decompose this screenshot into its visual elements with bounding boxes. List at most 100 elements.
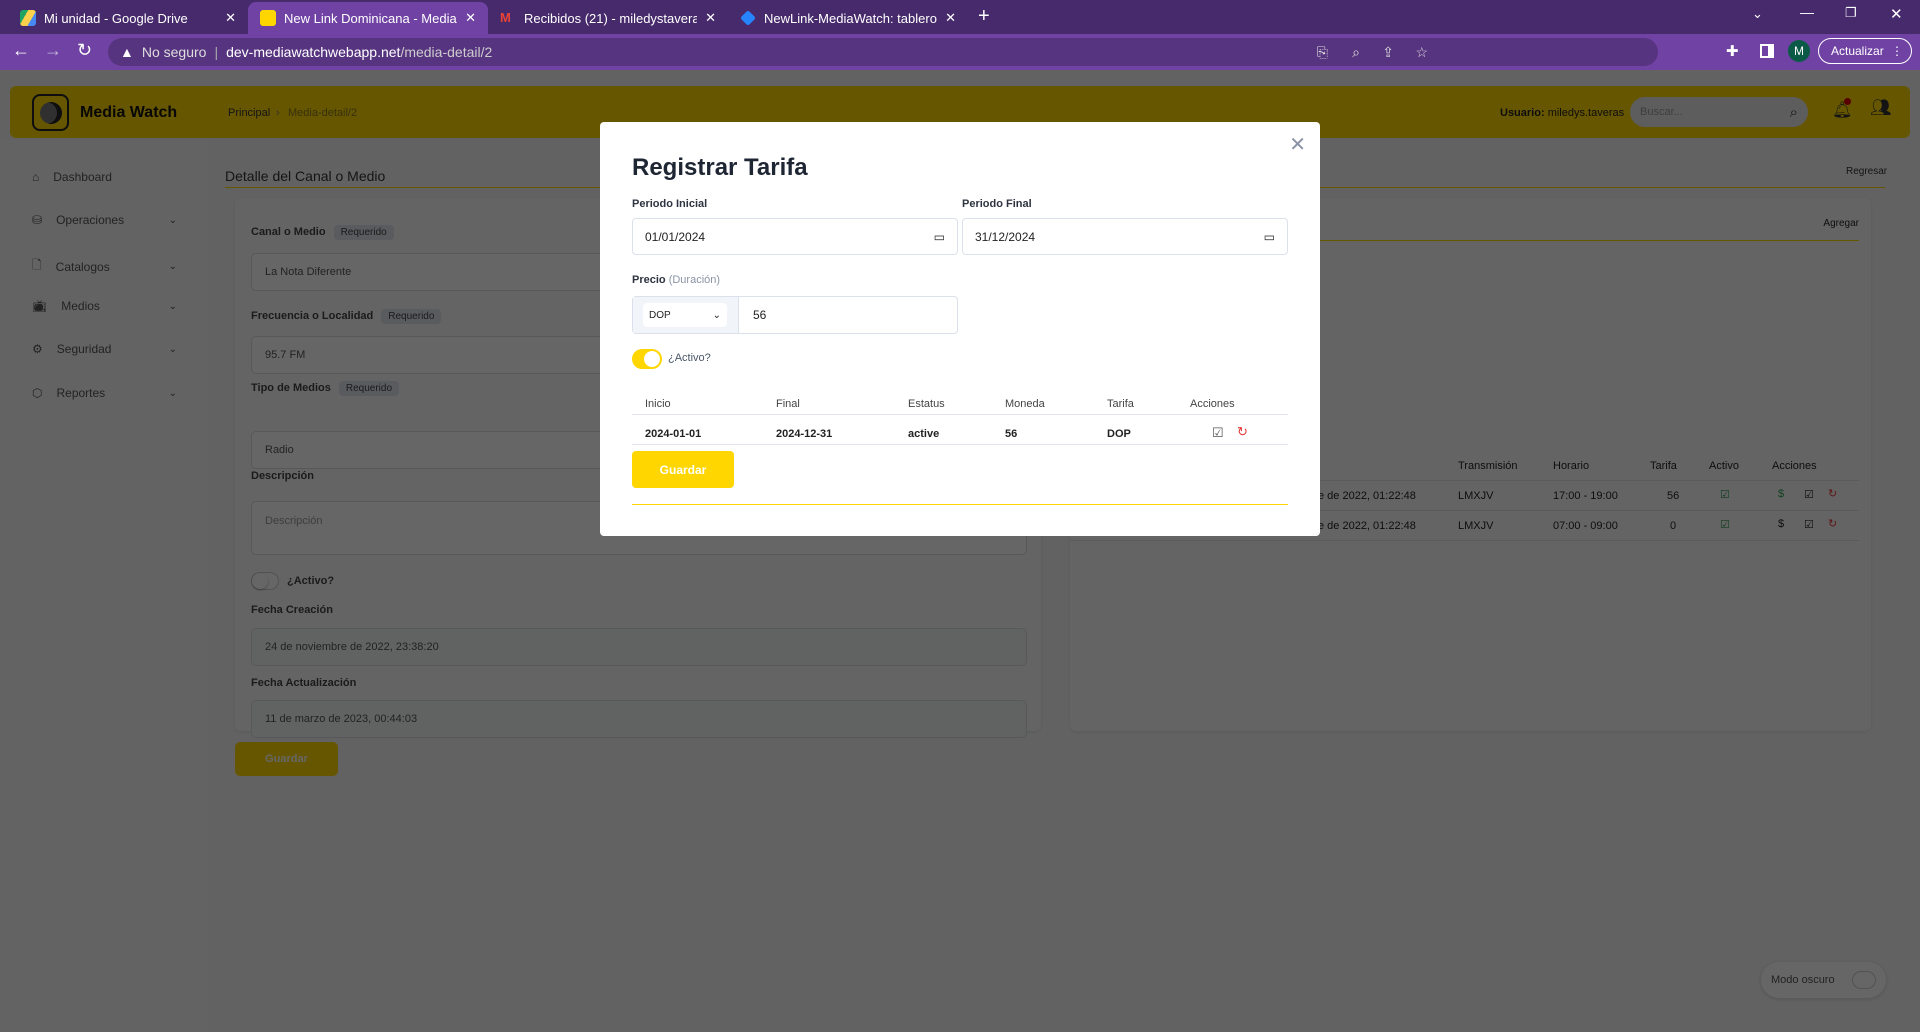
close-tab-icon[interactable]: ✕ xyxy=(705,10,716,26)
user-label: Usuario: xyxy=(1500,107,1545,119)
tab-google-drive[interactable]: Mi unidad - Google Drive ✕ xyxy=(8,2,248,34)
col-acciones: Acciones xyxy=(1190,398,1235,410)
cell-moneda: 56 xyxy=(1005,428,1018,440)
col-acciones: Acciones xyxy=(1772,460,1817,472)
edit-icon[interactable]: ☑ xyxy=(1804,488,1814,501)
translate-icon[interactable]: ⎘ xyxy=(1317,44,1328,61)
cell-date: e de 2022, 01:22:48 xyxy=(1318,490,1416,502)
menu-icon[interactable]: ⋮ xyxy=(1891,44,1903,58)
tab-newlink[interactable]: New Link Dominicana - Media W ✕ xyxy=(248,2,488,34)
start-date-input[interactable]: 01/01/2024 ▭ xyxy=(632,218,958,255)
share-icon[interactable]: ⇪ xyxy=(1382,44,1394,61)
sidebar-item-seguridad[interactable]: ⚙ Seguridad ⌄ xyxy=(32,342,177,356)
back-link[interactable]: Regresar xyxy=(1846,166,1887,177)
price-label-text: Precio xyxy=(632,274,666,286)
dollar-icon[interactable]: $ xyxy=(1778,488,1784,500)
chevron-down-icon: ⌄ xyxy=(168,261,177,272)
breadcrumb-current: Media-detail/2 xyxy=(288,107,358,119)
col-transmision: Transmisión xyxy=(1458,460,1518,472)
breadcrumb-principal[interactable]: Principal xyxy=(228,107,270,119)
detail-save-button[interactable]: Guardar xyxy=(235,742,338,776)
sidebar-item-catalogos[interactable]: 🗋︎ Catalogos ⌄ xyxy=(32,256,177,277)
chevron-down-icon: ⌄ xyxy=(712,309,721,321)
dark-mode-toggle[interactable] xyxy=(1852,971,1876,989)
tab-title: New Link Dominicana - Media W xyxy=(284,10,458,26)
app-name: Media Watch xyxy=(80,104,178,121)
end-date-input[interactable]: 31/12/2024 ▭ xyxy=(962,218,1288,255)
search-icon[interactable]: ⌕ xyxy=(1790,104,1798,121)
modal-title: Registrar Tarifa xyxy=(632,154,808,181)
active-label: ¿Activo? xyxy=(287,575,335,587)
tab-gmail[interactable]: M Recibidos (21) - miledystaveras@ ✕ xyxy=(488,2,728,34)
close-tab-icon[interactable]: ✕ xyxy=(225,10,236,26)
cell-tarifa: 0 xyxy=(1670,520,1677,532)
tab-jira[interactable]: NewLink-MediaWatch: tablero ág ✕ xyxy=(728,2,968,34)
refresh-icon[interactable]: ↻ xyxy=(1828,487,1837,500)
currency-value: DOP xyxy=(649,309,671,321)
chevron-down-icon: ⌄ xyxy=(168,300,177,312)
end-date-value: 31/12/2024 xyxy=(975,229,1036,244)
warning-icon: ▲ xyxy=(120,44,134,60)
zoom-icon[interactable]: ⌕ xyxy=(1352,44,1360,61)
gear-icon: ⚙ xyxy=(32,342,43,356)
tab-search-icon[interactable]: ⌄ xyxy=(1752,6,1763,22)
edit-icon[interactable]: ☑ xyxy=(1212,425,1224,441)
sidebar-item-label: Medios xyxy=(61,299,100,313)
new-tab-button[interactable]: + xyxy=(978,5,990,28)
users-icon[interactable]: 👥︎ xyxy=(1870,98,1892,118)
price-input[interactable]: 56 xyxy=(739,297,957,333)
dollar-icon[interactable]: $ xyxy=(1778,518,1784,530)
close-window-button[interactable]: ✕ xyxy=(1890,5,1903,23)
search-input[interactable]: Buscar... ⌕ xyxy=(1630,97,1808,127)
restore-button[interactable]: ❐ xyxy=(1845,5,1857,21)
close-icon[interactable]: ✕ xyxy=(1289,132,1306,157)
modal-footer-divider xyxy=(632,504,1288,505)
close-tab-icon[interactable]: ✕ xyxy=(945,10,956,26)
update-button[interactable]: Actualizar ⋮ xyxy=(1818,38,1912,64)
close-tab-icon[interactable]: ✕ xyxy=(465,10,476,26)
sidebar-item-dashboard[interactable]: ⌂ Dashboard xyxy=(32,170,177,184)
updated-label: Fecha Actualización xyxy=(251,677,357,689)
cell-estatus: active xyxy=(908,428,940,440)
table-divider xyxy=(632,444,1288,445)
calendar-icon[interactable]: ▭ xyxy=(934,230,945,244)
reload-button[interactable]: ↻ xyxy=(77,40,92,61)
modal-save-button[interactable]: Guardar xyxy=(632,451,734,488)
edit-icon[interactable]: ☑ xyxy=(1804,518,1814,531)
sidebar-item-medios[interactable]: 📺︎ Medios ⌄ xyxy=(32,299,177,313)
bookmark-star-icon[interactable]: ☆ xyxy=(1415,44,1428,61)
add-link[interactable]: Agregar xyxy=(1823,218,1859,229)
page-title: Detalle del Canal o Medio xyxy=(225,168,386,184)
modal-active-toggle[interactable] xyxy=(632,349,662,369)
minimize-button[interactable]: — xyxy=(1800,4,1814,20)
forward-button[interactable]: → xyxy=(44,40,62,61)
back-button[interactable]: ← xyxy=(12,40,30,61)
tv-icon: 📺︎ xyxy=(32,299,48,313)
user-info: Usuario: miledys.taveras xyxy=(1500,107,1624,119)
sidebar-item-operaciones[interactable]: ⛁ Operaciones ⌄ xyxy=(32,213,177,227)
dark-mode-switch[interactable]: Modo oscuro xyxy=(1761,962,1886,998)
table-divider xyxy=(632,414,1288,415)
cell-horario: 07:00 - 09:00 xyxy=(1553,520,1618,532)
col-horario: Horario xyxy=(1553,460,1590,472)
url-path: /media-detail/2 xyxy=(400,44,493,60)
address-bar[interactable]: ▲ No seguro | dev-mediawatchwebapp.net/m… xyxy=(108,38,1658,66)
refresh-icon[interactable]: ↻ xyxy=(1237,424,1248,440)
user-name: miledys.taveras xyxy=(1547,107,1625,119)
newlink-icon xyxy=(260,10,276,26)
refresh-icon[interactable]: ↻ xyxy=(1828,517,1837,530)
col-tarifa: Tarifa xyxy=(1650,460,1677,472)
profile-avatar[interactable]: M xyxy=(1788,40,1810,62)
cell-date: e de 2022, 01:22:48 xyxy=(1318,520,1416,532)
active-toggle[interactable] xyxy=(251,572,279,590)
search-placeholder: Buscar... xyxy=(1640,106,1683,118)
cell-horario: 17:00 - 19:00 xyxy=(1553,490,1618,502)
calendar-icon[interactable]: ▭ xyxy=(1264,230,1275,244)
sidepanel-icon[interactable] xyxy=(1760,44,1774,58)
database-icon: ⛁ xyxy=(32,213,43,227)
sidebar-item-reportes[interactable]: ⬡ Reportes ⌄ xyxy=(32,386,177,400)
cell-inicio: 2024-01-01 xyxy=(645,428,702,440)
extensions-icon[interactable]: ✚ xyxy=(1726,42,1739,60)
currency-select[interactable]: DOP ⌄ xyxy=(643,303,727,327)
price-hint: (Duración) xyxy=(668,274,721,286)
